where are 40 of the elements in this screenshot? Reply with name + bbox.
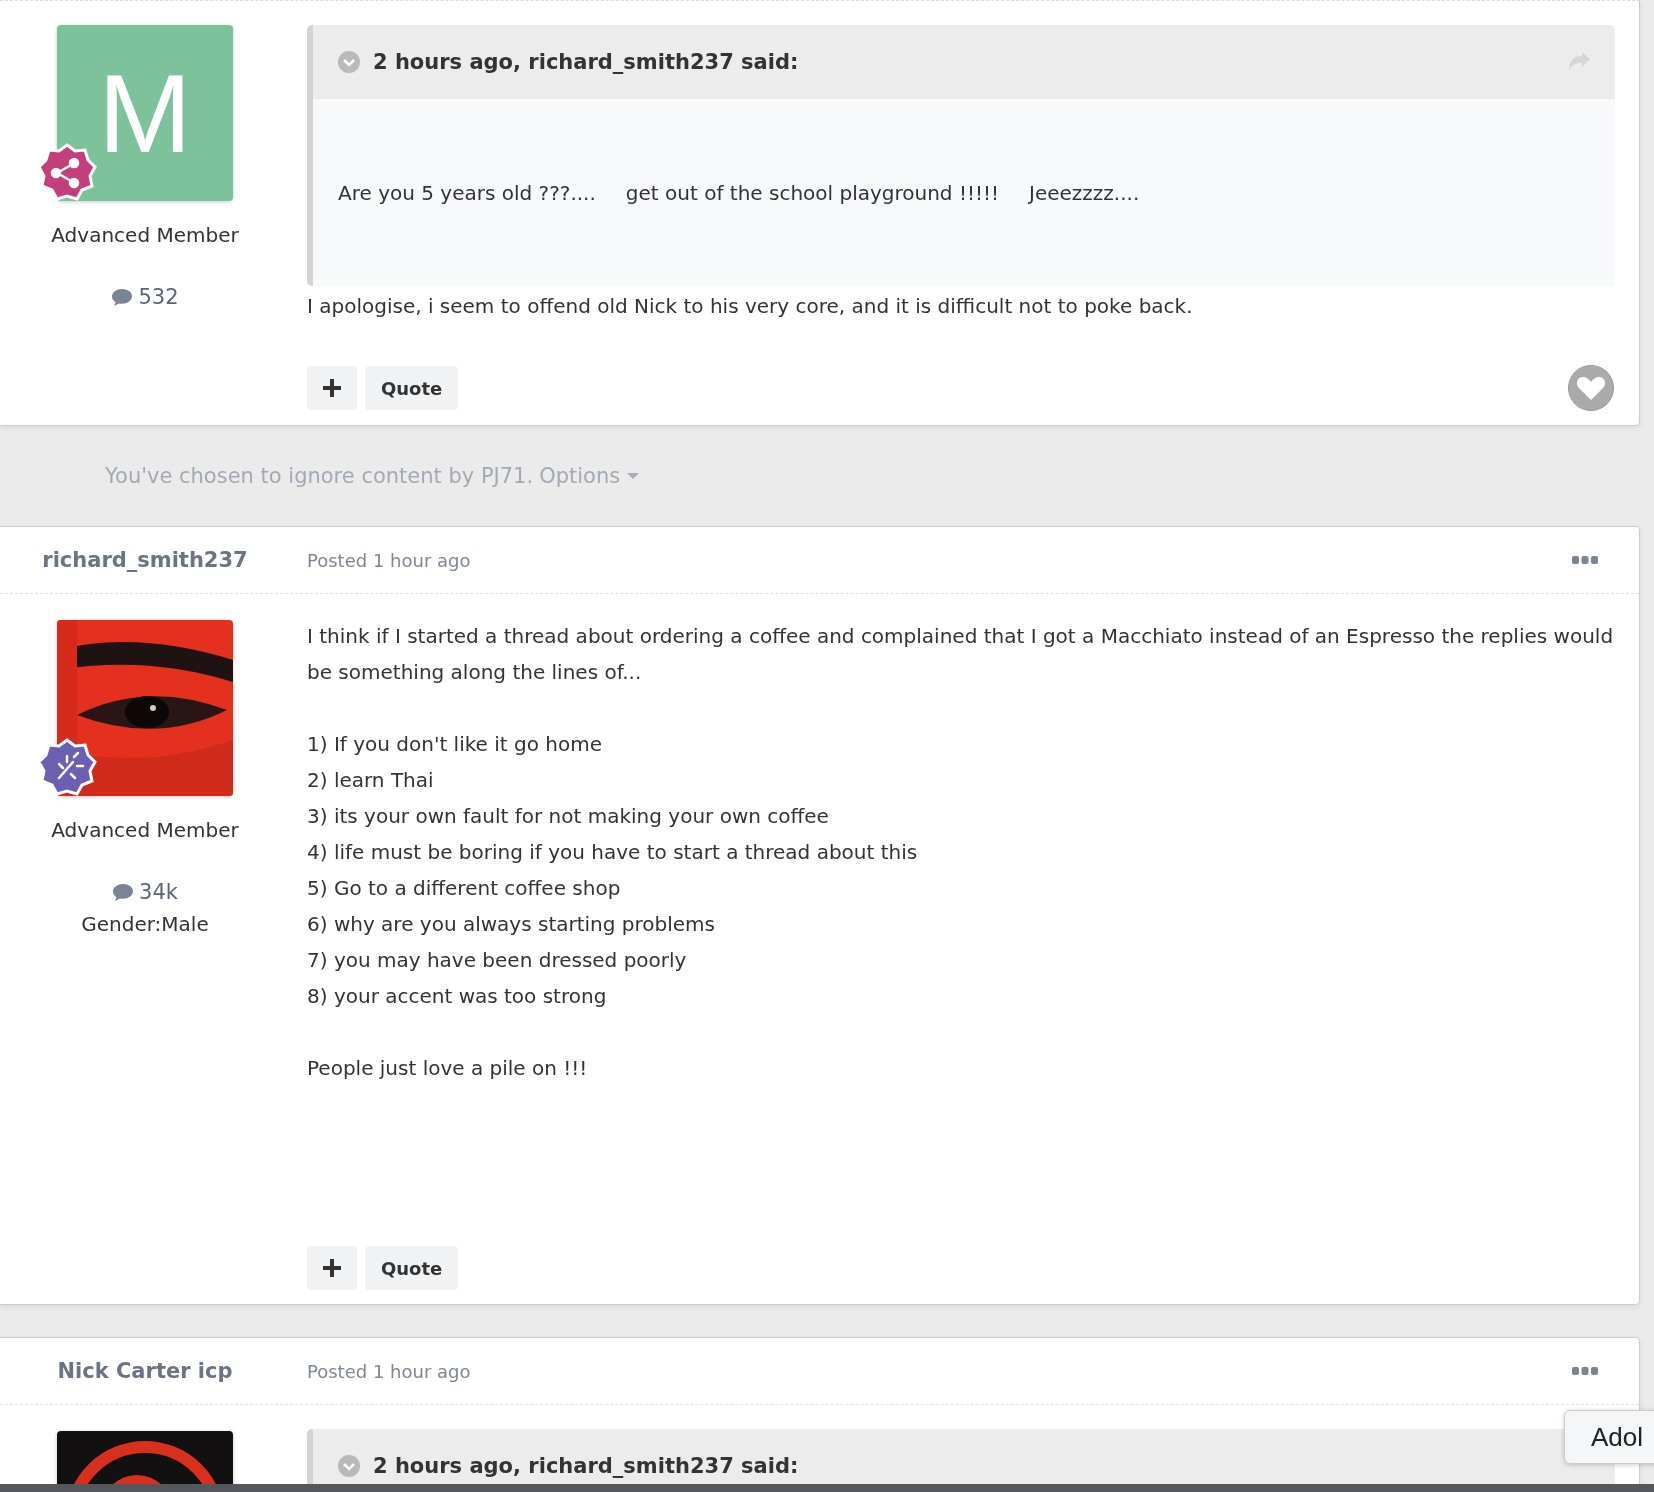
- caret-icon: [626, 472, 641, 480]
- quote-text: Are you 5 years old ???....: [338, 180, 596, 205]
- list-line: 6) why are you always starting problems: [307, 911, 716, 938]
- collapse-icon[interactable]: [337, 1454, 361, 1478]
- more-icon[interactable]: [1572, 1366, 1598, 1376]
- plus-icon: [323, 1259, 341, 1277]
- quote-text: Jeeezzzz....: [1029, 180, 1140, 205]
- ignore-notice: You've chosen to ignore content by PJ71.: [105, 464, 534, 488]
- list-line: 7) you may have been dressed poorly: [307, 947, 688, 974]
- add-button[interactable]: [307, 1246, 357, 1290]
- collapse-icon[interactable]: [337, 50, 361, 74]
- member-rank: Advanced Member: [51, 818, 239, 842]
- add-button[interactable]: [307, 366, 357, 410]
- gender-field: Gender:Male: [81, 912, 209, 936]
- post-text: I think if I started a thread about ordering a coffee and complained that I got a Macchiato instead of an Espresso the replies would be something along the lines of...: [307, 623, 1615, 686]
- list-line: 1) If you don't like it go home: [307, 731, 603, 758]
- post-text: I apologise, i seem to offend old Nick to his very core, and it is difficult not to poke back.: [307, 293, 1194, 320]
- side-popup[interactable]: Adol: [1563, 1410, 1654, 1464]
- list-line: 2) learn Thai: [307, 767, 435, 794]
- post-text: People just love a pile on !!!: [307, 1055, 589, 1082]
- more-icon[interactable]: [1572, 555, 1598, 565]
- post-count[interactable]: 34k: [139, 880, 178, 904]
- list-line: 3) its your own fault for not making your own coffee: [307, 803, 830, 830]
- quote-button[interactable]: Quote: [365, 1246, 459, 1290]
- comment-icon: [112, 882, 135, 902]
- list-line: 5) Go to a different coffee shop: [307, 875, 622, 902]
- member-rank: Advanced Member: [51, 223, 239, 247]
- list-line: 4) life must be boring if you have to start a thread about this: [307, 839, 919, 866]
- quote-citation: 2 hours ago, richard_smith237 said:: [373, 1454, 800, 1478]
- list-line: 8) your accent was too strong: [307, 983, 608, 1010]
- author-name[interactable]: Nick Carter icp: [0, 1359, 290, 1383]
- plus-icon: [323, 379, 341, 397]
- quote-citation: 2 hours ago, richard_smith237 said:: [373, 50, 800, 74]
- post-count[interactable]: 532: [138, 285, 179, 309]
- post-date: Posted 1 hour ago: [307, 1360, 472, 1382]
- comment-icon: [111, 287, 134, 307]
- post-date: Posted 1 hour ago: [307, 549, 472, 571]
- quote-text: get out of the school playground !!!!!: [625, 180, 999, 205]
- quote-button[interactable]: Quote: [365, 366, 459, 410]
- author-name[interactable]: richard_smith237: [0, 548, 290, 572]
